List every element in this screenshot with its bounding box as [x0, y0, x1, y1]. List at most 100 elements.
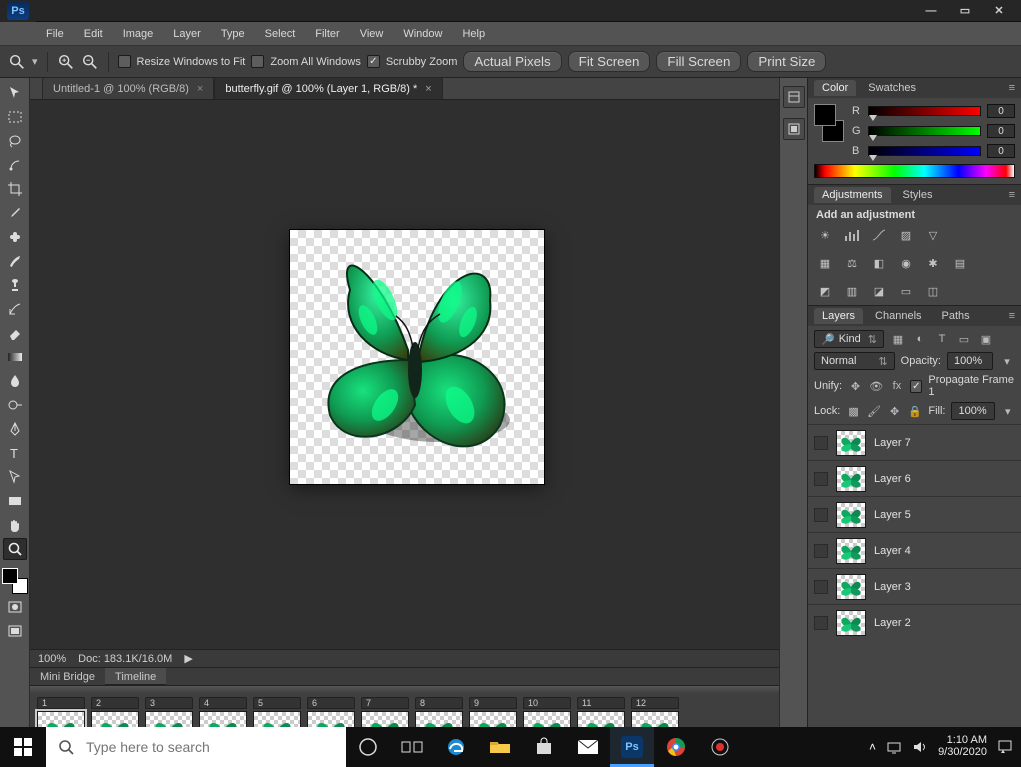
color-tab[interactable]: Color	[814, 80, 856, 96]
history-brush-tool-icon[interactable]	[3, 298, 27, 320]
quick-mask-icon[interactable]	[3, 596, 27, 618]
stamp-tool-icon[interactable]	[3, 274, 27, 296]
spectrum-picker[interactable]	[814, 164, 1015, 178]
minimize-button[interactable]: —	[921, 5, 941, 17]
heal-tool-icon[interactable]	[3, 226, 27, 248]
fill-input[interactable]: 100%	[951, 402, 994, 420]
fill-dropdown-icon[interactable]: ▾	[1001, 403, 1016, 419]
opacity-input[interactable]: 100%	[947, 352, 993, 370]
zoom-in-icon[interactable]	[57, 53, 75, 71]
curves-icon[interactable]	[870, 227, 888, 243]
properties-panel-icon[interactable]	[783, 118, 805, 140]
propagate-frame-checkbox[interactable]: Propagate Frame 1	[910, 374, 1015, 398]
panel-menu-icon[interactable]: ≡	[1009, 310, 1015, 322]
taskbar-clock[interactable]: 1:10 AM 9/30/2020	[938, 735, 987, 758]
zoom-all-checkbox[interactable]: Zoom All Windows	[251, 55, 360, 68]
threshold-icon[interactable]: ◪	[870, 283, 888, 299]
maximize-button[interactable]: ▭	[955, 4, 975, 17]
status-doc-size[interactable]: Doc: 183.1K/16.0M	[78, 653, 172, 665]
scrubby-zoom-checkbox[interactable]: Scrubby Zoom	[367, 55, 458, 68]
filter-pixel-icon[interactable]: ▦	[890, 331, 906, 347]
blur-tool-icon[interactable]	[3, 370, 27, 392]
type-tool-icon[interactable]: T	[3, 442, 27, 464]
menu-file[interactable]: File	[36, 24, 74, 44]
zoom-out-icon[interactable]	[81, 53, 99, 71]
lock-position-icon[interactable]: ✥	[887, 403, 902, 419]
screen-mode-icon[interactable]	[3, 620, 27, 642]
layer-visibility-toggle[interactable]	[814, 580, 828, 594]
menu-edit[interactable]: Edit	[74, 24, 113, 44]
record-icon[interactable]	[698, 727, 742, 767]
dodge-tool-icon[interactable]	[3, 394, 27, 416]
color-swatches[interactable]	[814, 104, 844, 142]
lock-all-icon[interactable]: 🔒	[908, 403, 923, 419]
color-swatch[interactable]	[2, 568, 28, 594]
gradient-tool-icon[interactable]	[3, 346, 27, 368]
layer-visibility-toggle[interactable]	[814, 508, 828, 522]
hand-tool-icon[interactable]	[3, 514, 27, 536]
unify-visibility-icon[interactable]: 👁	[869, 378, 884, 394]
chrome-icon[interactable]	[654, 727, 698, 767]
layer-row[interactable]: Layer 6	[808, 460, 1021, 496]
menu-window[interactable]: Window	[393, 24, 452, 44]
marquee-tool-icon[interactable]	[3, 106, 27, 128]
layers-tab[interactable]: Layers	[814, 308, 863, 324]
hue-icon[interactable]: ▦	[816, 255, 834, 271]
move-tool-icon[interactable]	[3, 82, 27, 104]
g-slider[interactable]	[868, 126, 981, 136]
canvas-viewport[interactable]	[30, 100, 779, 649]
menu-filter[interactable]: Filter	[305, 24, 349, 44]
taskbar-search[interactable]	[46, 727, 346, 767]
balance-icon[interactable]: ⚖	[843, 255, 861, 271]
r-value[interactable]: 0	[987, 104, 1015, 118]
lasso-tool-icon[interactable]	[3, 130, 27, 152]
tray-network-icon[interactable]	[886, 740, 902, 754]
selective-color-icon[interactable]: ◫	[924, 283, 942, 299]
menu-image[interactable]: Image	[113, 24, 164, 44]
unify-position-icon[interactable]: ✥	[848, 378, 863, 394]
photo-filter-icon[interactable]: ◉	[897, 255, 915, 271]
filter-smart-icon[interactable]: ▣	[978, 331, 994, 347]
brush-tool-icon[interactable]	[3, 250, 27, 272]
layer-row[interactable]: Layer 3	[808, 568, 1021, 604]
doc-tab-butterfly[interactable]: butterfly.gif @ 100% (Layer 1, RGB/8) * …	[214, 77, 442, 99]
layer-visibility-toggle[interactable]	[814, 544, 828, 558]
resize-windows-checkbox[interactable]: Resize Windows to Fit	[118, 55, 246, 68]
channels-tab[interactable]: Channels	[867, 308, 929, 324]
zoom-tool-button-icon[interactable]	[3, 538, 27, 560]
brightness-icon[interactable]: ☀	[816, 227, 834, 243]
invert-icon[interactable]: ◩	[816, 283, 834, 299]
tray-volume-icon[interactable]	[912, 740, 928, 754]
levels-icon[interactable]	[843, 227, 861, 243]
doc-tab-untitled[interactable]: Untitled-1 @ 100% (RGB/8) ×	[42, 77, 214, 99]
color-lookup-icon[interactable]: ▤	[951, 255, 969, 271]
r-slider[interactable]	[868, 106, 981, 116]
paths-tab[interactable]: Paths	[934, 308, 978, 324]
path-select-tool-icon[interactable]	[3, 466, 27, 488]
action-center-icon[interactable]	[997, 739, 1013, 755]
vibrance-icon[interactable]: ▽	[924, 227, 942, 243]
tool-preset-dropdown-icon[interactable]: ▾	[32, 55, 38, 68]
eraser-tool-icon[interactable]	[3, 322, 27, 344]
history-panel-icon[interactable]	[783, 86, 805, 108]
layer-row[interactable]: Layer 5	[808, 496, 1021, 532]
close-tab-icon[interactable]: ×	[197, 83, 203, 95]
layer-visibility-toggle[interactable]	[814, 436, 828, 450]
layer-row[interactable]: Layer 2	[808, 604, 1021, 640]
timeline-tab[interactable]: Timeline	[105, 668, 166, 686]
pen-tool-icon[interactable]	[3, 418, 27, 440]
task-view-icon[interactable]	[390, 727, 434, 767]
styles-tab[interactable]: Styles	[895, 187, 941, 203]
zoom-tool-icon[interactable]	[8, 53, 26, 71]
menu-type[interactable]: Type	[211, 24, 255, 44]
swatches-tab[interactable]: Swatches	[860, 80, 924, 96]
opacity-dropdown-icon[interactable]: ▾	[999, 353, 1015, 369]
actual-pixels-button[interactable]: Actual Pixels	[463, 51, 561, 72]
b-slider[interactable]	[868, 146, 981, 156]
edge-icon[interactable]	[434, 727, 478, 767]
adjustments-tab[interactable]: Adjustments	[814, 187, 891, 203]
eyedropper-tool-icon[interactable]	[3, 202, 27, 224]
mini-bridge-tab[interactable]: Mini Bridge	[30, 668, 105, 686]
layer-row[interactable]: Layer 4	[808, 532, 1021, 568]
layer-filter-dropdown[interactable]: 🔎 Kind⇅	[814, 330, 884, 348]
